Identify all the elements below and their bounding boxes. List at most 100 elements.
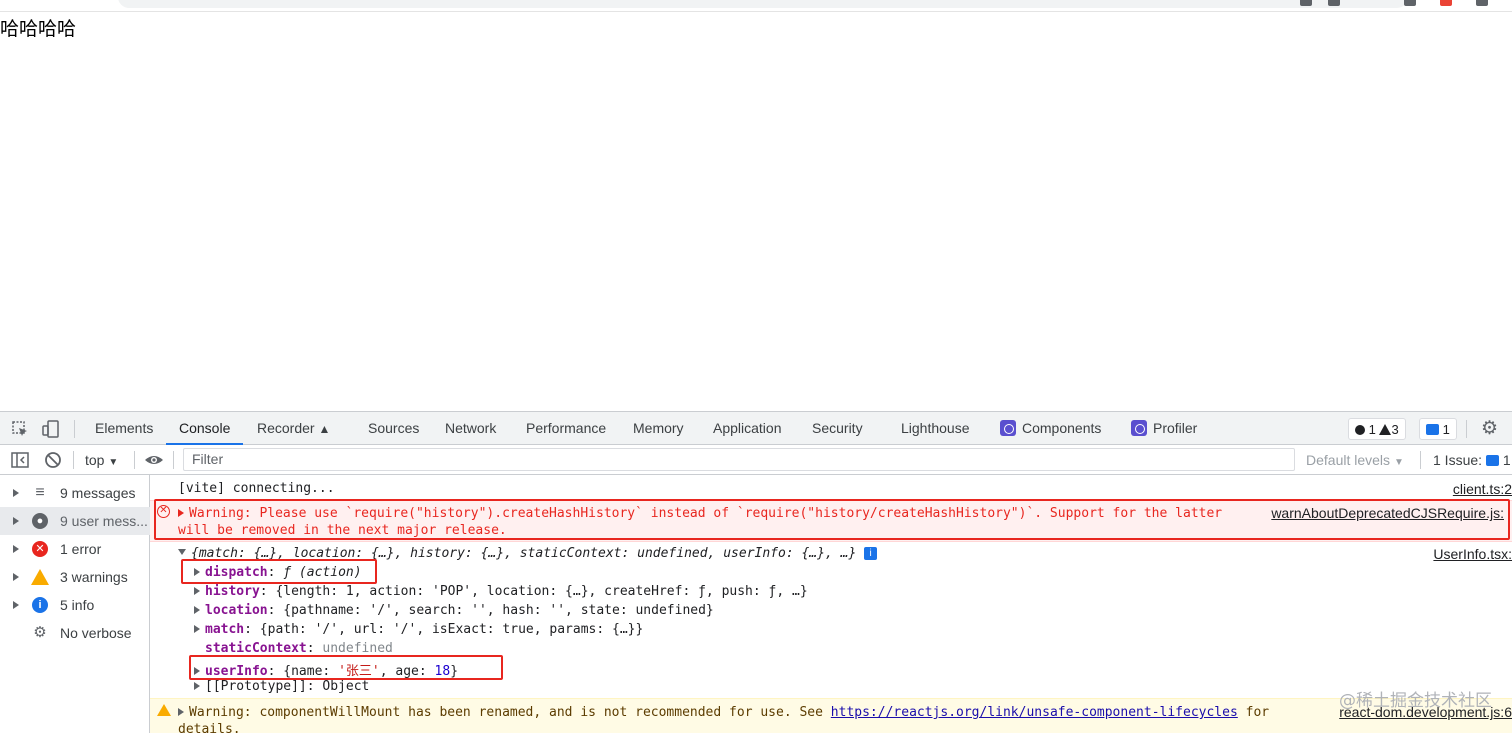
expand-arrow-icon[interactable] [194,606,200,614]
object-summary-row[interactable]: {match: {…}, location: {…}, history: {…}… [178,546,1512,562]
user-icon: ● [32,513,48,529]
warning-count: 3 [1391,422,1399,437]
sidebar-item-label: 1 error [60,541,102,557]
filter-input[interactable]: Filter [183,448,1295,471]
console-message-text: [vite] connecting... [178,481,335,496]
issues-button[interactable]: 1 Issue: 1 [1433,445,1511,475]
tab-memory[interactable]: Memory [633,412,684,445]
expand-arrow-icon[interactable] [13,601,19,609]
property-key: staticContext [205,641,307,656]
object-property-match[interactable]: match: {path: '/', url: '/', isExact: tr… [194,622,1512,637]
tab-performance[interactable]: Performance [526,412,606,445]
error-count-icon [1355,425,1365,435]
tab-recorder[interactable]: Recorder ▲ [257,412,330,445]
warning-line-2: details. [178,722,241,733]
address-bar[interactable] [118,0,1408,8]
extension-icon[interactable] [1300,0,1312,6]
context-selector[interactable]: top ▼ [85,445,118,478]
error-warning-counter[interactable]: 1 3 [1348,418,1406,440]
info-icon[interactable]: i [864,547,878,560]
expand-arrow-icon[interactable] [13,545,19,553]
divider [1420,451,1421,469]
object-prototype[interactable]: [[Prototype]]: Object [194,679,1512,694]
tab-components[interactable]: Components [1000,412,1101,445]
device-toolbar-icon[interactable] [41,419,61,439]
sidebar-toggle-icon[interactable] [10,450,30,470]
expand-arrow-icon[interactable] [194,682,200,690]
bug-icon: ⚙ [33,624,47,641]
settings-gear-icon[interactable]: ⚙ [1481,419,1498,439]
prototype-text: [[Prototype]]: Object [205,679,370,694]
log-levels-dropdown[interactable]: Default levels ▼ [1306,445,1404,478]
tab-network[interactable]: Network [445,412,496,445]
divider [173,451,174,469]
property-key: history [205,584,260,599]
object-property-location[interactable]: location: {pathname: '/', search: '', ha… [194,603,1512,618]
sidebar-item-user-messages[interactable]: ● 9 user mess... [0,507,150,535]
property-value: undefined [322,641,393,656]
context-selector-label: top [85,452,105,468]
expand-arrow-icon[interactable] [194,625,200,633]
property-value: {pathname: '/', search: '', hash: '', st… [283,603,714,618]
console-sidebar: ≡ 9 messages ● 9 user mess... ✕ 1 error … [0,475,150,733]
sidebar-item-warnings[interactable]: 3 warnings [0,563,150,591]
warning-icon [157,704,171,716]
source-link[interactable]: client.ts:2 [1453,481,1512,497]
extension-icon[interactable] [1404,0,1416,6]
highlight-box [181,559,377,584]
tab-lighthouse[interactable]: Lighthouse [901,412,970,445]
tab-elements[interactable]: Elements [95,412,153,445]
expand-arrow-icon[interactable] [178,708,184,716]
devtools-panel: Elements Console Recorder ▲ Sources Netw… [0,411,1512,733]
source-link[interactable]: UserInfo.tsx: [1433,546,1512,562]
tab-console[interactable]: Console [166,412,244,445]
divider [1466,420,1467,438]
sidebar-item-messages[interactable]: ≡ 9 messages [0,479,150,507]
expand-arrow-icon[interactable] [13,573,19,581]
divider [134,451,135,469]
issues-count: 1 [1502,452,1511,468]
divider [74,420,75,438]
inspect-element-icon[interactable] [10,419,30,439]
tab-application[interactable]: Application [713,412,782,445]
tab-profiler[interactable]: Profiler [1131,412,1197,445]
browser-toolbar [0,0,1512,12]
property-key: match [205,622,245,637]
react-icon [1131,420,1147,436]
docs-link[interactable]: https://reactjs.org/link/unsafe-componen… [831,705,1238,720]
live-expression-eye-icon[interactable] [144,450,164,470]
object-property-dispatch[interactable]: dispatch: ƒ (action) [194,565,1512,580]
warning-count-icon [1379,424,1392,435]
tab-profiler-label: Profiler [1153,420,1198,436]
expand-arrow-icon[interactable] [13,489,19,497]
extension-icon[interactable] [1440,0,1452,6]
log-levels-label: Default levels [1306,452,1391,468]
sidebar-item-verbose[interactable]: ⚙ No verbose [0,619,150,647]
console-output: [vite] connecting... client.ts:2 ✕ Warni… [150,475,1512,733]
collapse-arrow-icon[interactable] [178,549,186,555]
error-count: 1 [1368,422,1376,437]
profile-icon[interactable] [1476,0,1488,6]
sidebar-item-label: 9 messages [60,485,136,501]
console-toolbar: top ▼ Filter Default levels ▼ 1 Issue: 1 [0,445,1512,475]
expand-arrow-icon[interactable] [13,517,19,525]
object-property-static-context: staticContext: undefined [205,641,393,656]
flask-icon: ▲ [318,422,331,436]
page-content-text: 哈哈哈哈 [0,18,77,40]
warning-icon [31,569,49,585]
sidebar-item-info[interactable]: i 5 info [0,591,150,619]
tab-security[interactable]: Security [812,412,863,445]
tab-sources[interactable]: Sources [368,412,419,445]
warning-line-1: Warning: componentWillMount has been ren… [189,705,831,720]
messages-counter[interactable]: 1 [1419,418,1457,440]
sidebar-item-label: 3 warnings [60,569,128,585]
object-property-history[interactable]: history: {length: 1, action: 'POP', loca… [194,584,1512,599]
expand-arrow-icon[interactable] [194,587,200,595]
sidebar-item-label: 9 user mess... [60,513,148,529]
console-warning-message: Warning: componentWillMount has been ren… [150,698,1512,733]
extension-icon[interactable] [1328,0,1340,6]
warning-text[interactable]: Warning: componentWillMount has been ren… [178,705,1269,720]
clear-console-icon[interactable] [43,450,63,470]
sidebar-item-errors[interactable]: ✕ 1 error [0,535,150,563]
console-message: [vite] connecting... client.ts:2 [178,481,1512,497]
